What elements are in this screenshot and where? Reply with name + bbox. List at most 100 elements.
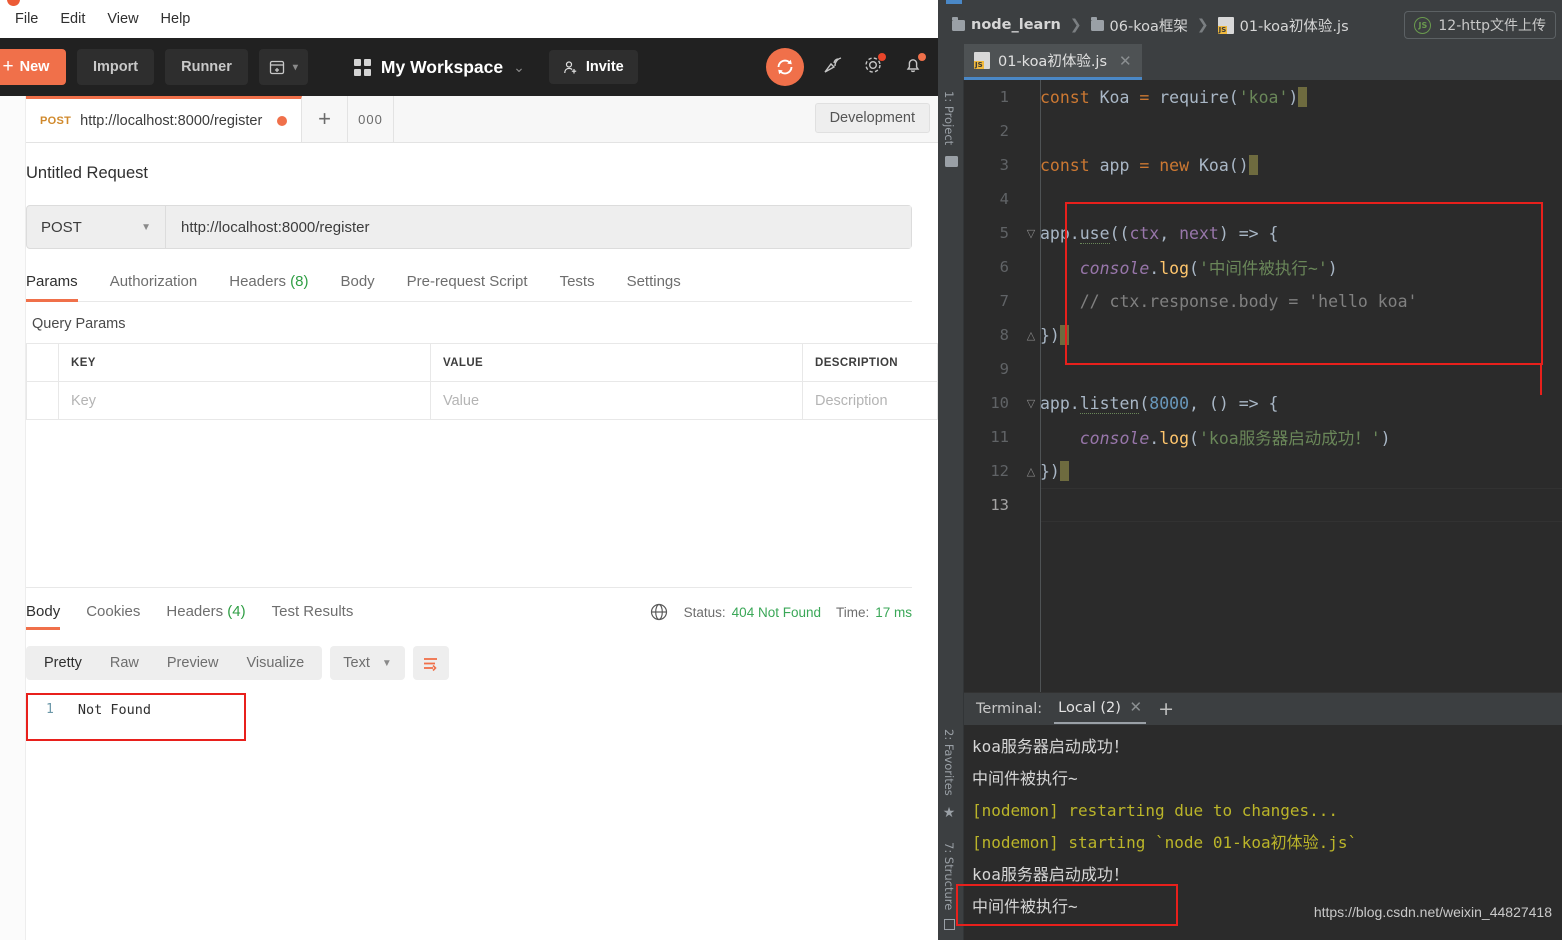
fold-marker-expand[interactable]: △ (1022, 465, 1040, 478)
response-tab-test-results[interactable]: Test Results (272, 603, 354, 630)
import-button[interactable]: Import (77, 49, 155, 85)
cell-key[interactable]: Key (58, 381, 431, 420)
tab-settings-label: Settings (626, 273, 681, 290)
tab-headers-count: (8) (290, 273, 309, 290)
terminal-header: Terminal: Local (2) ✕ + (964, 693, 1562, 725)
rail-project-label: 1: Project (942, 91, 956, 146)
response-body-text: Not Found (77, 702, 151, 718)
format-pretty[interactable]: Pretty (30, 655, 96, 671)
line-number: 10 (990, 394, 1009, 412)
tab-params[interactable]: Params (26, 273, 78, 302)
cell-value[interactable]: Value (430, 381, 803, 420)
request-tab-method: POST (40, 114, 72, 127)
request-tab[interactable]: POST http://localhost:8000/register (26, 96, 302, 142)
run-configuration-label: 12-http文件上传 (1438, 18, 1546, 34)
terminal-tab-local[interactable]: Local (2) ✕ (1054, 698, 1147, 724)
fold-marker-collapse[interactable]: ▽ (1022, 227, 1040, 240)
rail-structure[interactable]: 7: Structure (942, 837, 956, 930)
tab-authorization[interactable]: Authorization (110, 273, 198, 301)
chevron-down-icon: ▾ (292, 61, 298, 73)
table-select-all-cell[interactable] (26, 343, 59, 382)
chevron-down-icon: ⌄ (513, 58, 525, 75)
line-number: 6 (999, 258, 1009, 276)
request-title: Untitled Request (26, 164, 148, 182)
fold-marker-expand[interactable]: △ (1022, 329, 1040, 342)
breadcrumb: node_learn ❯ 06-koa框架 ❯ 01-koa初体验.js JS … (938, 6, 1562, 44)
menu-file[interactable]: File (6, 8, 47, 30)
editor-file-tabs: 01-koa初体验.js ✕ (938, 44, 1562, 80)
tab-options-button[interactable]: 000 (348, 96, 394, 142)
ide-tool-rail: 1: Project 2: Favorites ★ 7: Structure (938, 80, 964, 940)
sync-icon[interactable] (766, 48, 804, 86)
globe-icon[interactable] (649, 602, 669, 622)
chevron-down-icon: ▼ (381, 657, 392, 669)
breadcrumb-item-koa-folder[interactable]: 06-koa框架 (1110, 15, 1188, 36)
sidebar-collapsed-edge (0, 96, 26, 940)
gutter-divider (1040, 80, 1041, 692)
folder-icon (952, 16, 965, 31)
current-line-highlight (1041, 488, 1562, 522)
response-tab-headers[interactable]: Headers (4) (166, 603, 245, 630)
bell-icon[interactable] (902, 52, 926, 81)
run-configuration-selector[interactable]: JS 12-http文件上传 (1404, 11, 1556, 39)
runner-button[interactable]: Runner (165, 49, 248, 85)
response-tab-body[interactable]: Body (26, 603, 61, 630)
gear-icon[interactable] (862, 52, 886, 81)
unsaved-dot-icon (277, 115, 287, 126)
format-raw[interactable]: Raw (96, 655, 153, 671)
tab-body[interactable]: Body (340, 273, 374, 301)
breadcrumb-item-node_learn[interactable]: node_learn (971, 17, 1061, 33)
window-close-dot[interactable] (7, 0, 20, 6)
invite-button[interactable]: Invite (548, 50, 638, 84)
code-line: 12 △ }) (964, 454, 1562, 488)
menu-help[interactable]: Help (152, 8, 200, 30)
response-tab-cookies[interactable]: Cookies (86, 603, 140, 630)
line-number: 2 (999, 122, 1009, 140)
format-preview[interactable]: Preview (153, 655, 233, 671)
menu-view[interactable]: View (98, 8, 147, 30)
file-tab-koa[interactable]: 01-koa初体验.js ✕ (964, 44, 1142, 80)
response-tab-body-label: Body (26, 603, 61, 620)
line-number: 9 (999, 360, 1009, 378)
table-row[interactable]: Key Value Description (26, 381, 938, 420)
tab-tests[interactable]: Tests (560, 273, 595, 301)
breadcrumb-item-file[interactable]: 01-koa初体验.js (1240, 15, 1349, 36)
url-input[interactable] (166, 206, 911, 248)
new-tab-button[interactable]: + (302, 96, 348, 142)
workspace-selector[interactable]: My Workspace ⌄ (353, 57, 525, 78)
code-editor[interactable]: 1 const Koa = require('koa') 2 3 const a… (964, 80, 1562, 692)
rail-project[interactable]: 1: Project (942, 86, 958, 168)
terminal-line: [nodemon] starting `node 01-koa初体验.js` (972, 833, 1358, 852)
code-line: 1 const Koa = require('koa') (964, 80, 1562, 114)
wrap-icon (424, 657, 438, 671)
code-line: 8 △ }) (964, 318, 1562, 352)
code-text: }) (1040, 461, 1069, 481)
row-checkbox[interactable] (26, 381, 59, 420)
new-button[interactable]: + New (0, 49, 66, 85)
content-type-selector[interactable]: Text ▼ (330, 646, 405, 680)
code-text: console.log('koa服务器启动成功！') (1079, 429, 1391, 448)
line-number: 12 (990, 462, 1009, 480)
format-visualize[interactable]: Visualize (232, 655, 318, 671)
response-meta: Status: 404 Not Found Time: 17 ms (649, 602, 912, 631)
tab-settings[interactable]: Settings (627, 273, 681, 301)
grid-icon (353, 58, 371, 76)
environment-selector[interactable]: Development (814, 103, 930, 133)
method-selector[interactable]: POST ▼ (27, 206, 166, 248)
terminal-highlight-box (956, 884, 1178, 926)
response-format-row: Pretty Raw Preview Visualize Text ▼ (26, 646, 912, 680)
cell-description[interactable]: Description (802, 381, 938, 420)
rail-favorites[interactable]: 2: Favorites ★ (942, 724, 956, 821)
close-icon[interactable]: ✕ (1130, 698, 1143, 716)
close-icon[interactable]: ✕ (1119, 52, 1132, 70)
satellite-icon[interactable] (822, 54, 844, 81)
menu-edit[interactable]: Edit (51, 8, 94, 30)
code-line: 4 (964, 182, 1562, 216)
new-window-button[interactable]: ▾ (258, 49, 308, 85)
fold-marker-collapse[interactable]: ▽ (1022, 397, 1040, 410)
wrap-lines-button[interactable] (412, 646, 449, 680)
new-terminal-button[interactable]: + (1158, 698, 1174, 720)
code-line: 7 // ctx.response.body = 'hello koa' (964, 284, 1562, 318)
tab-pre-request-script[interactable]: Pre-request Script (407, 273, 528, 301)
tab-headers[interactable]: Headers (8) (229, 273, 308, 301)
